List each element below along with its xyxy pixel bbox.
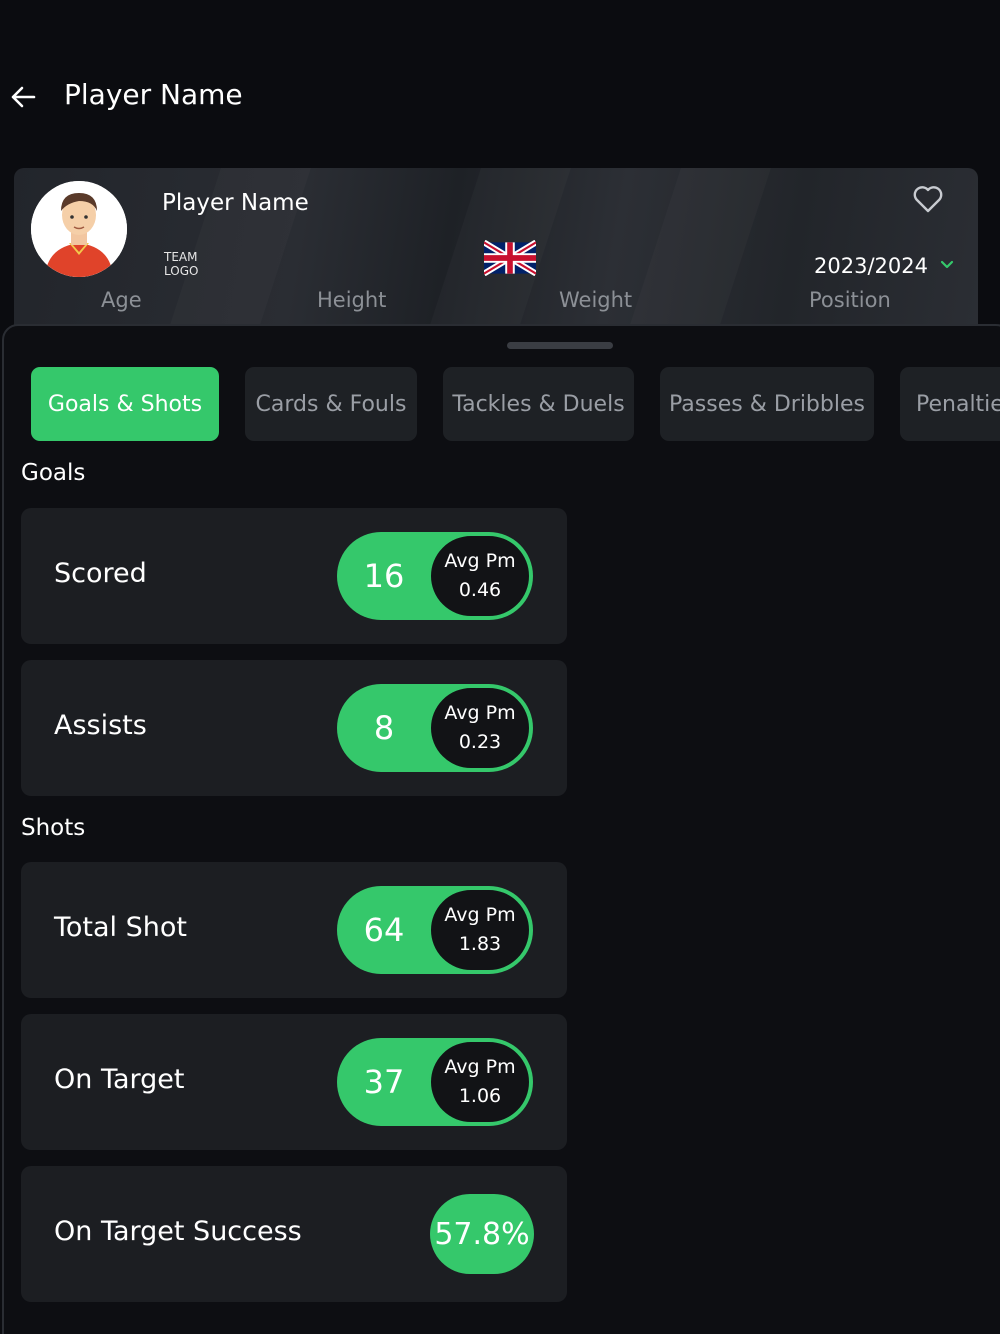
avg-value: 1.06 (458, 1085, 502, 1107)
heart-icon[interactable] (912, 184, 944, 214)
avg-per-match: Avg Pm 1.06 (429, 1040, 531, 1124)
avg-per-match: Avg Pm 1.83 (429, 888, 531, 972)
avg-value: 0.46 (458, 579, 502, 601)
top-bar: Player Name (0, 60, 1000, 136)
height-label: Height (317, 288, 387, 312)
avg-label: Avg Pm (444, 1056, 516, 1078)
team-logo: TEAM LOGO (164, 250, 199, 278)
stat-value: 8 (373, 709, 395, 747)
stat-card-on-target: On Target 37 Avg Pm 1.06 (21, 1014, 567, 1150)
stat-pill: 37 Avg Pm 1.06 (337, 1038, 533, 1126)
sheet-drag-handle[interactable] (507, 342, 613, 349)
season-selector[interactable]: 2023/2024 (814, 254, 928, 278)
player-avatar (31, 181, 127, 277)
stat-card-assists: Assists 8 Avg Pm 0.23 (21, 660, 567, 796)
page-title: Player Name (64, 78, 243, 111)
stat-value: 16 (363, 557, 405, 595)
stat-label: On Target Success (54, 1216, 302, 1247)
weight-label: Weight (559, 288, 633, 312)
avg-label: Avg Pm (444, 550, 516, 572)
section-goals-title: Goals (21, 460, 86, 486)
stat-card-on-target-success: On Target Success 57.8% (21, 1166, 567, 1302)
age-label: Age (101, 288, 142, 312)
tab-cards-fouls[interactable]: Cards & Fouls (245, 367, 417, 441)
avg-label: Avg Pm (444, 702, 516, 724)
stat-card-scored: Scored 16 Avg Pm 0.46 (21, 508, 567, 644)
position-label: Position (809, 288, 891, 312)
avg-value: 1.83 (458, 933, 502, 955)
avg-per-match: Avg Pm 0.46 (429, 534, 531, 618)
stat-value: 57.8% (430, 1194, 534, 1274)
tab-tackles-duels[interactable]: Tackles & Duels (443, 367, 634, 441)
stat-value: 64 (363, 911, 405, 949)
uk-flag-icon (484, 240, 536, 276)
stats-sheet: Goals & Shots Cards & Fouls Tackles & Du… (2, 324, 1000, 1334)
player-name: Player Name (162, 190, 309, 216)
back-arrow-icon[interactable] (8, 82, 38, 112)
chevron-down-icon[interactable] (940, 260, 954, 270)
stat-label: On Target (54, 1064, 185, 1095)
tab-goals-shots[interactable]: Goals & Shots (31, 367, 219, 441)
stat-label: Scored (54, 558, 147, 589)
avg-label: Avg Pm (444, 904, 516, 926)
stat-card-total-shot: Total Shot 64 Avg Pm 1.83 (21, 862, 567, 998)
tab-penalties[interactable]: Penalties (900, 367, 1000, 441)
avg-per-match: Avg Pm 0.23 (429, 686, 531, 770)
stat-value: 37 (363, 1063, 405, 1101)
stat-pill: 64 Avg Pm 1.83 (337, 886, 533, 974)
stat-pill: 8 Avg Pm 0.23 (337, 684, 533, 772)
stat-label: Assists (54, 710, 147, 741)
header-decor (627, 168, 771, 334)
section-shots-title: Shots (21, 815, 86, 841)
player-header-card: Player Name TEAM LOGO 2023/2024 Age Heig… (14, 168, 978, 334)
tab-passes-dribbles[interactable]: Passes & Dribbles (660, 367, 874, 441)
avg-value: 0.23 (458, 731, 502, 753)
stat-label: Total Shot (54, 912, 187, 943)
stat-pill: 16 Avg Pm 0.46 (337, 532, 533, 620)
